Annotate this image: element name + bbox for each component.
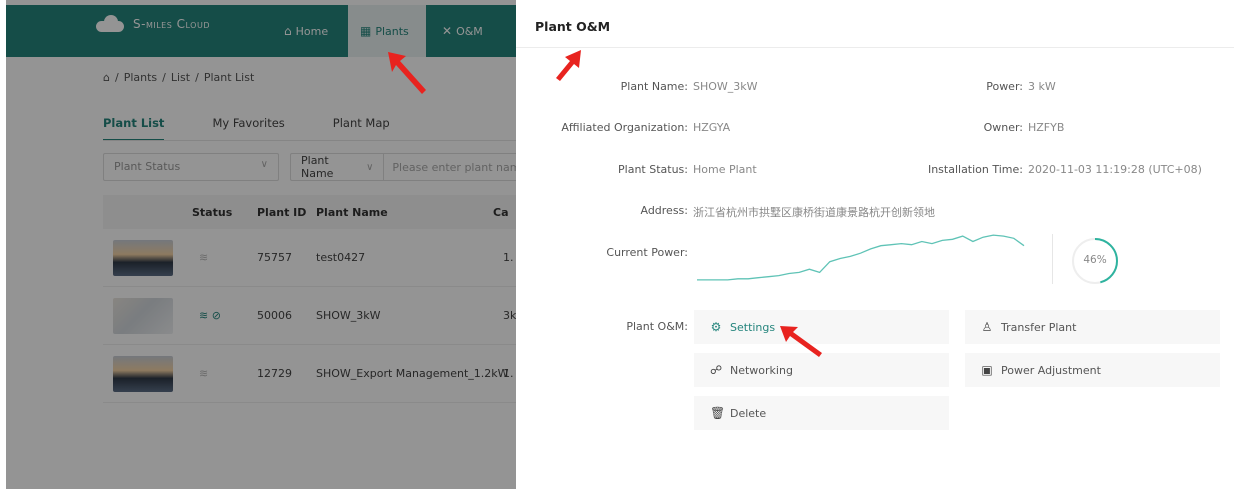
trash-icon: 🗑 xyxy=(710,406,726,420)
plant-name-value: SHOW_3kW xyxy=(693,80,758,93)
modal-mask[interactable] xyxy=(0,0,516,489)
current-power-label: Current Power: xyxy=(606,246,688,259)
transfer-plant-button[interactable]: ♙ Transfer Plant xyxy=(965,310,1220,344)
plant-status-value: Home Plant xyxy=(693,163,757,176)
drawer-header: Plant O&M xyxy=(516,6,1234,48)
annotation-arrow-settings xyxy=(780,326,822,357)
transfer-plant-label: Transfer Plant xyxy=(1001,320,1077,334)
plant-status-label: Plant Status: xyxy=(618,163,688,176)
organization-label: Affiliated Organization: xyxy=(561,121,688,134)
delete-label: Delete xyxy=(730,406,767,420)
gear-icon: ⚙ xyxy=(710,320,722,334)
address-label: Address: xyxy=(640,204,688,217)
network-icon: ☍ xyxy=(710,363,723,377)
networking-label: Networking xyxy=(730,363,793,377)
annotation-arrow-plants xyxy=(388,52,426,94)
power-adjustment-button[interactable]: ▣ Power Adjustment xyxy=(965,353,1220,387)
address-value: 浙江省杭州市拱墅区康桥街道康景路杭开创新领地 xyxy=(693,206,935,219)
plant-name-label: Plant Name: xyxy=(620,80,688,93)
drawer-title: Plant O&M xyxy=(535,19,611,34)
plant-om-label: Plant O&M: xyxy=(626,320,688,333)
user-icon: ♙ xyxy=(981,320,993,334)
chart-divider xyxy=(1052,234,1053,284)
owner-label: Owner: xyxy=(983,121,1023,134)
power-adjustment-label: Power Adjustment xyxy=(1001,363,1101,377)
delete-button[interactable]: 🗑 Delete xyxy=(694,396,949,430)
power-percentage-text: 46% xyxy=(1083,254,1107,266)
power-value: 3 kW xyxy=(1028,80,1056,93)
panel-icon: ▣ xyxy=(981,363,993,377)
power-label: Power: xyxy=(986,80,1023,93)
installation-time-label: Installation Time: xyxy=(927,163,1023,176)
settings-label: Settings xyxy=(730,320,776,334)
annotation-arrow-title xyxy=(556,50,581,81)
left-edge xyxy=(0,0,6,489)
current-power-series-line xyxy=(697,234,1025,281)
organization-value: HZGYA xyxy=(693,121,731,134)
networking-button[interactable]: ☍ Networking xyxy=(694,353,949,387)
installation-time-value: 2020-11-03 11:19:28 (UTC+08) xyxy=(1028,163,1202,176)
current-power-sparkline xyxy=(697,234,1025,281)
owner-value: HZFYB xyxy=(1028,121,1065,134)
